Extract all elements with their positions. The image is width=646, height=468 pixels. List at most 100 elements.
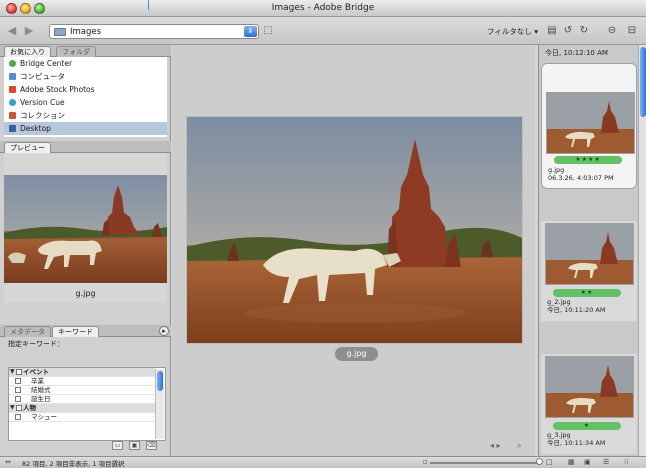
keyword-row[interactable]: マシュー xyxy=(9,413,155,422)
new-keyword-set-button[interactable]: ▣ xyxy=(129,441,140,450)
computer-icon xyxy=(9,73,16,80)
tab-metadata[interactable]: メタデータ xyxy=(4,326,51,337)
keyword-checkbox[interactable] xyxy=(15,414,21,420)
filmstrip-panel: 今日, 10:12:10 AM ★★★★ g.jpg 06.3.26, 4:03… xyxy=(538,45,646,456)
keyword-checkbox[interactable] xyxy=(15,396,21,402)
keyword-category-row[interactable]: ▼ 人物 xyxy=(9,404,155,413)
desktop-icon xyxy=(9,125,16,132)
thumbnail-image[interactable] xyxy=(546,92,635,154)
keyword-list: ▼ イベント 卒業 結婚式 誕生日 ▼ 人物 マシュー xyxy=(8,367,166,441)
back-arrow-icon[interactable]: ◀ xyxy=(5,24,19,38)
thumbnail-photo xyxy=(547,93,634,153)
forward-arrow-icon[interactable]: ▶ xyxy=(22,24,36,38)
keyword-label: 結婚式 xyxy=(31,386,51,394)
prev-next-arrows-icon[interactable]: ◂ ▸ xyxy=(490,441,501,450)
favorite-item[interactable]: Adobe Stock Photos xyxy=(4,83,167,96)
updown-arrows-icon[interactable]: ⇕ xyxy=(244,26,257,37)
rotate-left-icon[interactable]: ↺ xyxy=(562,25,574,37)
tab-favorites[interactable]: お気に入り xyxy=(4,46,51,57)
favorites-list: Bridge Center コンピュータ Adobe Stock Photos … xyxy=(4,57,167,137)
thumbnail-filename: g.jpg xyxy=(548,166,565,174)
content-filename-label: g.jpg xyxy=(335,347,378,361)
version-cue-icon xyxy=(9,99,16,106)
disclosure-triangle-icon[interactable]: ▼ xyxy=(10,404,15,413)
keyword-category-row[interactable]: ▼ イベント xyxy=(9,368,155,377)
favorite-label: コンピュータ xyxy=(20,72,65,81)
tab-keywords[interactable]: キーワード xyxy=(52,326,99,337)
status-bar: ⇔ 82 項目, 2 項目非表示, 1 項目選択 ▫ □ ▦ ▣ ☰ ⁝⁝ xyxy=(0,456,646,468)
tab-folders[interactable]: フォルダ xyxy=(56,46,96,57)
guide-line xyxy=(148,0,149,10)
loupe-icon[interactable]: ⌕ xyxy=(517,441,521,451)
filter-menu[interactable]: フィルタなし ▾ xyxy=(487,26,538,37)
panel-toggle-icon[interactable]: ⇔ xyxy=(5,458,11,466)
favorite-item[interactable]: Version Cue xyxy=(4,96,167,109)
versions-view-icon[interactable]: ⁝⁝ xyxy=(624,458,628,466)
content-panel: g.jpg ◂ ▸ ⌕ xyxy=(172,45,535,456)
keyword-label: マシュー xyxy=(31,413,57,421)
thumbnail-filename: g_3.jpg xyxy=(547,431,571,439)
keyword-scroll-thumb[interactable] xyxy=(157,371,163,391)
favorite-label: Version Cue xyxy=(20,98,65,107)
filmstrip-scroll-thumb[interactable] xyxy=(640,47,646,117)
panel-menu-icon[interactable]: ▸ xyxy=(159,326,169,336)
main-image[interactable] xyxy=(186,116,523,344)
tab-preview[interactable]: プレビュー xyxy=(4,142,51,153)
details-view-icon[interactable]: ☰ xyxy=(603,458,609,466)
keyword-checkbox[interactable] xyxy=(15,387,21,393)
go-up-folder-icon[interactable]: ⬚ xyxy=(262,25,274,37)
rotate-right-icon[interactable]: ↻ xyxy=(578,25,590,37)
keyword-scrollbar[interactable] xyxy=(155,369,164,439)
metadata-tabbar: メタデータ キーワード ▸ xyxy=(0,325,171,337)
rating-bar[interactable]: ★★★★ xyxy=(554,156,622,164)
left-panels: お気に入り フォルダ Bridge Center コンピュータ Adobe St… xyxy=(0,45,171,456)
favorite-item[interactable]: コレクション xyxy=(4,109,167,122)
keyword-row[interactable]: 結婚式 xyxy=(9,386,155,395)
favorite-label: コレクション xyxy=(20,111,65,120)
rating-bar[interactable]: ★ xyxy=(553,422,621,430)
thumbnail-size-knob[interactable] xyxy=(536,458,543,465)
keyword-checkbox[interactable] xyxy=(15,378,21,384)
delete-icon[interactable]: ⊖ xyxy=(606,25,618,37)
compact-mode-icon[interactable]: ⊟ xyxy=(626,25,638,37)
thumbnail-card[interactable]: ★★ g_2.jpg 今日, 10:11:20 AM xyxy=(541,221,637,321)
keyword-row[interactable]: 誕生日 xyxy=(9,395,155,404)
thumbnail-card[interactable]: ★ g_3.jpg 今日, 10:11:34 AM xyxy=(541,354,637,454)
keyword-checkbox[interactable] xyxy=(16,405,22,411)
keyword-checkbox[interactable] xyxy=(16,369,22,375)
bridge-window: Images - Adobe Bridge ◀ ▶ Images ⇕ ⬚ フィル… xyxy=(0,0,646,468)
filmstrip-view-icon[interactable]: ▣ xyxy=(584,458,591,466)
thumbnail-card[interactable]: ★★★★ g.jpg 06.3.26, 4:03:07 PM xyxy=(541,63,637,189)
preview-panel: g.jpg xyxy=(4,153,167,303)
disclosure-triangle-icon[interactable]: ▼ xyxy=(10,368,15,377)
thumbnail-date: 06.3.26, 4:03:07 PM xyxy=(548,174,614,182)
delete-keyword-button[interactable]: ⌫ xyxy=(146,441,157,450)
thumbnail-filename: g_2.jpg xyxy=(547,298,571,306)
rating-bar[interactable]: ★★ xyxy=(553,289,621,297)
bridge-center-icon xyxy=(9,60,16,67)
thumbnail-image[interactable] xyxy=(545,356,634,418)
new-keyword-button[interactable]: ▭ xyxy=(112,441,123,450)
filmstrip-top-date: 今日, 10:12:10 AM xyxy=(545,49,608,57)
preview-image xyxy=(4,175,167,283)
preview-tabbar: プレビュー xyxy=(0,141,171,153)
keyword-label: イベント xyxy=(23,368,49,376)
new-folder-icon[interactable]: ▤ xyxy=(546,25,558,37)
keyword-row[interactable]: 卒業 xyxy=(9,377,155,386)
path-selector[interactable]: Images ⇕ xyxy=(49,24,259,39)
folder-icon xyxy=(54,28,66,36)
thumbnail-size-slider[interactable] xyxy=(430,462,542,464)
favorite-item[interactable]: コンピュータ xyxy=(4,70,167,83)
filmstrip-scrollbar[interactable] xyxy=(638,45,646,456)
thumbnail-image[interactable] xyxy=(545,223,634,285)
favorite-item[interactable]: Desktop xyxy=(4,122,167,135)
favorite-label: Desktop xyxy=(20,124,51,133)
keyword-label: 卒業 xyxy=(31,377,44,385)
small-thumbnail-icon: ▫ xyxy=(423,458,428,466)
favorite-item[interactable]: Bridge Center xyxy=(4,57,167,70)
stock-photos-icon xyxy=(9,86,16,93)
thumbnail-view-icon[interactable]: ▦ xyxy=(568,458,575,466)
toolbar: ◀ ▶ Images ⇕ ⬚ フィルタなし ▾ ▤ ↺ ↻ ⊖ ⊟ xyxy=(0,17,646,45)
preview-filename: g.jpg xyxy=(75,289,96,298)
thumbnail-photo xyxy=(546,224,633,284)
